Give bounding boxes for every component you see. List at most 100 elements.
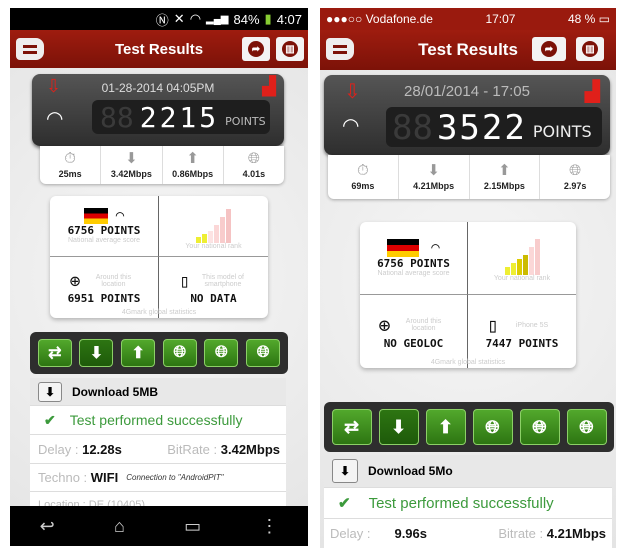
score-display: 88 3522 POINTS	[386, 107, 602, 147]
delete-button[interactable]: ▥	[276, 37, 304, 61]
techno-row: Techno : WIFI Connection to "AndroidPIT"	[30, 464, 286, 492]
overflow-menu-icon[interactable]: ⋮	[260, 516, 278, 537]
web-test-button-2[interactable]: 🌐︎	[519, 409, 560, 445]
card-footer: 4Gmark global statistics	[430, 359, 506, 366]
wifi-icon: ◠	[342, 115, 360, 137]
delay-label: Delay :	[38, 441, 79, 457]
score-display: 88 2215 POINTS	[92, 100, 270, 134]
stat-upload: ⬆ 2.15Mbps	[470, 155, 541, 199]
download-test-button[interactable]: ⬇	[378, 409, 419, 445]
web-test-button-1[interactable]: 🌐︎	[162, 339, 197, 367]
battery: 48 % ▭	[568, 12, 610, 26]
statistics-card: ◠ 6756 POINTS National average score You…	[360, 222, 576, 368]
stat-value: 69ms	[351, 181, 375, 191]
download-test-button[interactable]: ⬇	[79, 339, 114, 367]
stat-latency: ⏱ 69ms	[328, 155, 399, 199]
test-header-row: ⬇ Download 5Mo	[324, 455, 612, 488]
globe-icon: 🌐︎	[579, 416, 594, 437]
recents-icon[interactable]: ▭	[184, 516, 201, 537]
rank-label: Your national rank	[493, 274, 551, 282]
stat-download: ⬇ 4.21Mbps	[399, 155, 470, 199]
delay-value: 9.96s	[394, 526, 428, 541]
web-test-button-2[interactable]: 🌐︎	[204, 339, 239, 367]
model-label: iPhone 5S	[515, 321, 549, 329]
around-label: Around this location	[405, 318, 442, 332]
delete-button[interactable]: ▥	[576, 37, 604, 61]
rank-bars-icon	[504, 235, 540, 275]
upload-test-button[interactable]: ⬆	[425, 409, 466, 445]
stat-value: 25ms	[58, 169, 82, 179]
national-average: ◠ 6756 POINTS National average score	[360, 222, 468, 295]
stat-value: 0.86Mbps	[172, 169, 214, 179]
web-test-button-3[interactable]: 🌐︎	[566, 409, 607, 445]
back-icon[interactable]: ↩	[40, 516, 55, 537]
menu-button[interactable]	[326, 38, 354, 60]
success-row: ✔ Test performed successfully	[324, 488, 612, 519]
menu-button[interactable]	[16, 38, 44, 60]
device-model: ▯ iPhone 5S 7447 POINTS	[468, 295, 576, 368]
techno-label: Techno :	[38, 470, 88, 485]
all-tests-button[interactable]: ⇄	[331, 409, 372, 445]
web-test-button-3[interactable]: 🌐︎	[246, 339, 281, 367]
android-nav-bar: ↩ ⌂ ▭ ⋮	[10, 506, 308, 546]
share-icon: ➦	[541, 41, 557, 57]
test-date: 01-28-2014 04:05PM	[101, 81, 215, 95]
status-bar: ●●●○○ Vodafone.de 17:07 48 % ▭	[320, 8, 616, 30]
stat-value: 3.42Mbps	[110, 169, 152, 179]
points-label: POINTS	[225, 115, 266, 128]
download-icon[interactable]: ⬇	[332, 459, 358, 483]
download-icon: ⬇	[390, 416, 407, 437]
around-points: 6951 POINTS	[67, 291, 141, 305]
web-test-button-1[interactable]: 🌐︎	[472, 409, 513, 445]
stopwatch-icon: ⏱	[357, 162, 369, 179]
stopwatch-icon: ⏱	[64, 150, 76, 167]
stat-upload: ⬆ 0.86Mbps	[163, 146, 224, 184]
rank-bars-icon	[196, 203, 231, 243]
checkmark-icon: ✔	[44, 411, 56, 428]
share-icon: ➦	[248, 41, 264, 57]
ghost-digits: 88	[100, 101, 134, 134]
all-tests-button[interactable]: ⇄	[37, 339, 72, 367]
smartphone-icon: ▯	[486, 313, 500, 337]
national-points: 6756 POINTS	[377, 257, 450, 270]
germany-flag-icon	[83, 208, 108, 224]
share-button[interactable]: ➦	[242, 37, 270, 61]
download-icon[interactable]: ⬇	[38, 381, 62, 402]
national-rank: Your national rank	[468, 222, 576, 295]
upload-icon: ⬆	[437, 416, 454, 437]
home-icon[interactable]: ⌂	[114, 516, 125, 537]
model-points: NO DATA	[190, 291, 237, 305]
globe-icon: 🌐︎	[215, 344, 228, 361]
trash-icon: ▥	[582, 41, 598, 57]
stats-row: ⏱ 25ms ⬇ 3.42Mbps ⬆ 0.86Mbps 🌐︎ 4.01s	[40, 146, 284, 184]
clock: 4:07	[276, 11, 302, 27]
score-value: 2215	[139, 101, 220, 134]
wifi-icon: ◠	[431, 240, 440, 256]
national-rank: Your national rank	[159, 196, 268, 257]
around-points: NO GEOLOC	[383, 337, 444, 350]
upload-icon: ⬆	[186, 150, 199, 167]
crosshair-icon: ⊕	[378, 313, 391, 337]
app-header: Test Results ➦ ▥	[320, 30, 616, 70]
national-points: 6756 POINTS	[67, 224, 141, 237]
success-row: ✔ Test performed successfully	[30, 406, 286, 435]
status-bar: Ⓝ ✕ ◠ ▂▄▆ 84% ▮ 4:07	[10, 8, 308, 30]
rank-label: Your national rank	[185, 242, 242, 250]
test-date: 28/01/2014 - 17:05	[404, 83, 530, 100]
test-toolbar: ⇄ ⬇ ⬆ 🌐︎ 🌐︎ 🌐︎	[30, 332, 288, 374]
crosshair-icon: ⊕	[69, 270, 81, 292]
upload-test-button[interactable]: ⬆	[121, 339, 156, 367]
page-title: Test Results	[418, 40, 518, 59]
national-average: ◠ 6756 POINTS National average score	[50, 196, 159, 257]
statistics-card: ◠ 6756 POINTS National average score You…	[50, 196, 268, 318]
bitrate-label: Bitrate :	[498, 526, 544, 541]
stat-download: ⬇ 3.42Mbps	[101, 146, 163, 184]
score-panel: ⇩ ▟ 01-28-2014 04:05PM ◠ 88 2215 POINTS	[32, 74, 284, 146]
stat-value: 2.97s	[563, 181, 587, 191]
test-toolbar: ⇄ ⬇ ⬆ 🌐︎ 🌐︎ 🌐︎	[324, 402, 614, 452]
download-icon: ⬇	[89, 345, 104, 362]
ios-screen: ●●●○○ Vodafone.de 17:07 48 % ▭ Test Resu…	[320, 8, 616, 548]
success-text: Test performed successfully	[69, 412, 243, 428]
score-value: 3522	[436, 108, 527, 148]
share-button[interactable]: ➦	[532, 37, 566, 61]
